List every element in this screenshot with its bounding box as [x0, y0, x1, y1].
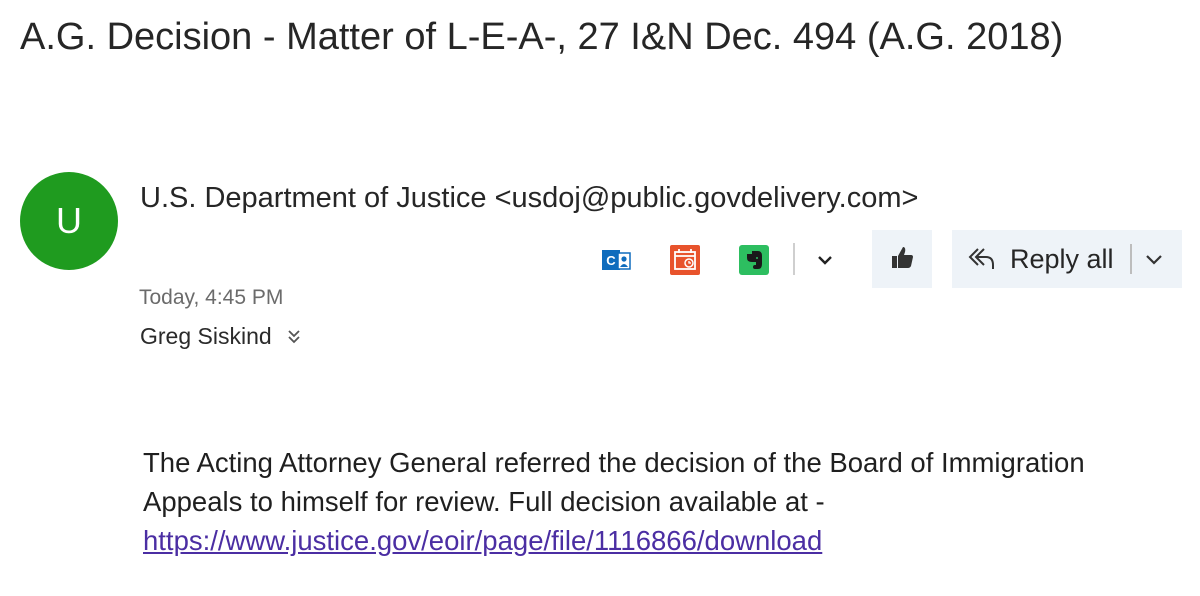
evernote-icon[interactable] [738, 244, 770, 276]
sender[interactable]: U.S. Department of Justice <usdoj@public… [140, 182, 918, 215]
more-addins-chevron-icon[interactable] [808, 244, 842, 276]
timestamp: Today, 4:45 PM [139, 286, 284, 309]
outlook-contact-icon[interactable]: C [600, 244, 632, 276]
email-body: The Acting Attorney General referred the… [143, 443, 1183, 560]
like-icon [889, 244, 915, 275]
svg-text:C: C [606, 253, 616, 268]
chevron-down-icon[interactable] [1140, 244, 1168, 274]
reply-all-label: Reply all [1010, 243, 1114, 274]
avatar[interactable]: U [20, 172, 118, 270]
reply-divider [1129, 244, 1132, 274]
recipient-row[interactable]: Greg Siskind [140, 323, 304, 350]
body-paragraph: The Acting Attorney General referred the… [143, 447, 1085, 517]
download-link[interactable]: https://www.justice.gov/eoir/page/file/1… [143, 525, 822, 556]
recipient-name: Greg Siskind [140, 323, 272, 349]
reply-all-button[interactable]: Reply all [952, 230, 1182, 288]
reply-all-icon [966, 244, 996, 274]
expand-recipients-icon[interactable] [286, 327, 304, 347]
calendar-icon[interactable] [669, 244, 701, 276]
like-button[interactable] [872, 230, 932, 288]
toolbar-divider [793, 243, 795, 275]
email-subject: A.G. Decision - Matter of L-E-A-, 27 I&N… [20, 16, 1064, 58]
avatar-initial: U [56, 200, 82, 241]
